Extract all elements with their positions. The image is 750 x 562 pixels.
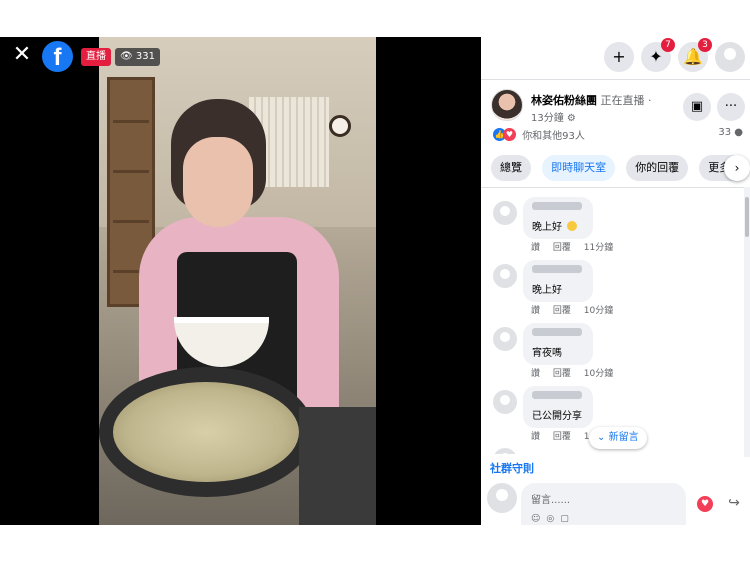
comment-icon: ● — [734, 127, 743, 138]
video-frame — [99, 37, 376, 525]
facebook-logo[interactable]: f — [42, 41, 73, 72]
comment-time[interactable]: 11分鐘 — [584, 243, 613, 253]
comment-item: 晚上好 讚 回覆 10分鐘 — [493, 260, 738, 324]
comment-time[interactable]: 10分鐘 — [584, 369, 613, 379]
camera-icon[interactable]: ◎ — [546, 514, 560, 524]
comment-time[interactable]: 10分鐘 — [584, 306, 613, 316]
comment-item: 晚上好 讚 回覆 11分鐘 — [493, 197, 738, 261]
live-video-viewer: ✕ f 直播 👁 331 + ✦ 7 🔔 3 林姿佑粉絲團 正在直播 · 13分… — [0, 37, 750, 525]
blurred-name — [532, 202, 582, 210]
like-link[interactable]: 讚 — [531, 432, 540, 442]
tab-overview[interactable]: 總覽 — [491, 155, 531, 181]
like-link[interactable]: 讚 — [531, 369, 540, 379]
close-icon[interactable]: ✕ — [12, 44, 32, 66]
chevron-right-icon[interactable]: › — [724, 155, 750, 181]
comments-scrollbar[interactable] — [744, 187, 750, 457]
composer-tools: ☺◎▢ — [531, 514, 575, 524]
commenter-avatar[interactable] — [493, 201, 517, 225]
reply-link[interactable]: 回覆 — [553, 306, 571, 316]
post-time[interactable]: 13分鐘 — [531, 113, 564, 124]
comment-list: 晚上好 讚 回覆 11分鐘 晚上好 讚 回覆 10分鐘 宵夜嗎 讚 回覆 10分… — [481, 192, 750, 454]
plus-icon[interactable]: + — [604, 42, 634, 72]
comment-bubble: 晚上好 — [523, 197, 593, 239]
notifications-badge: 3 — [698, 38, 712, 52]
comment-bubble: 宵夜嗎 — [523, 323, 593, 365]
reply-link[interactable]: 回覆 — [553, 432, 571, 442]
share-icon[interactable]: ↪ — [725, 494, 743, 512]
comment-item: 宵夜嗎 讚 回覆 10分鐘 — [493, 323, 738, 387]
comment-bubble: 已公開分享 — [523, 386, 593, 428]
live-status: 正在直播 — [600, 94, 645, 107]
new-comments-label: 新留言 — [608, 432, 639, 443]
comment-placeholder: 留言...... — [531, 495, 571, 506]
profile-icon[interactable] — [715, 42, 745, 72]
commenter-avatar[interactable] — [493, 327, 517, 351]
reply-link[interactable]: 回覆 — [553, 243, 571, 253]
new-comments-button[interactable]: ⌄ 新留言 — [589, 427, 647, 449]
blurred-name — [532, 265, 582, 273]
commenter-avatar[interactable] — [493, 448, 517, 454]
commenter-avatar[interactable] — [493, 264, 517, 288]
page-avatar[interactable] — [491, 89, 523, 121]
comment-text: 晚上好 — [532, 285, 562, 296]
eye-icon: 👁 — [120, 51, 133, 62]
emoji-icon[interactable]: ☺ — [531, 514, 546, 524]
heart-icon[interactable]: ♥ — [697, 496, 713, 512]
comment-count[interactable]: 33 — [718, 127, 731, 138]
love-icon: ♥ — [503, 128, 516, 141]
comment-composer: 留言...... ☺◎▢ ♥ ↪ — [481, 480, 750, 525]
comment-text: 晚上好 — [532, 222, 562, 233]
comment-text: 宵夜嗎 — [532, 348, 562, 359]
page-name[interactable]: 林姿佑粉絲團 — [531, 94, 597, 107]
messenger-icon[interactable]: ✦ 7 — [641, 38, 675, 72]
viewer-count-value: 331 — [135, 51, 155, 62]
reactions-summary[interactable]: 你和其他93人 — [522, 131, 585, 142]
my-avatar[interactable] — [487, 483, 517, 513]
more-icon[interactable]: ··· — [717, 93, 745, 121]
messenger-badge: 7 — [661, 38, 675, 52]
bell-icon[interactable]: 🔔 3 — [678, 38, 712, 72]
viewer-count: 👁 331 — [115, 48, 160, 66]
gif-icon[interactable]: ▢ — [560, 514, 575, 524]
reply-link[interactable]: 回覆 — [553, 369, 571, 379]
tab-bar: 總覽 即時聊天室 你的回覆 更多影 — [491, 155, 750, 181]
reactions-row: 👍♥ 你和其他93人 33 ● — [493, 127, 743, 143]
like-link[interactable]: 讚 — [531, 306, 540, 316]
tab-live-chat[interactable]: 即時聊天室 — [542, 155, 616, 181]
top-nav: + ✦ 7 🔔 3 — [481, 37, 750, 77]
tab-your-replies[interactable]: 你的回覆 — [626, 155, 689, 181]
commenter-avatar[interactable] — [493, 390, 517, 414]
side-panel: + ✦ 7 🔔 3 林姿佑粉絲團 正在直播 · 13分鐘 ⚙ ▣ ··· 👍♥ … — [481, 37, 750, 525]
comment-bubble: 晚上好 — [523, 260, 593, 302]
blurred-name — [532, 328, 582, 336]
blurred-name — [532, 391, 582, 399]
globe-icon: ⚙ — [566, 113, 576, 124]
add-to-story-icon[interactable]: ▣ — [683, 93, 711, 121]
video-player[interactable]: ✕ f 直播 👁 331 — [0, 37, 481, 525]
smile-emoji-icon — [567, 220, 578, 231]
community-standards-link[interactable]: 社群守則 — [490, 460, 534, 476]
comment-text: 已公開分享 — [532, 411, 582, 422]
chevron-down-icon: ⌄ — [597, 432, 606, 443]
post-header: 林姿佑粉絲團 正在直播 · 13分鐘 ⚙ ▣ ··· — [491, 89, 746, 125]
live-badge: 直播 — [81, 48, 111, 66]
like-link[interactable]: 讚 — [531, 243, 540, 253]
